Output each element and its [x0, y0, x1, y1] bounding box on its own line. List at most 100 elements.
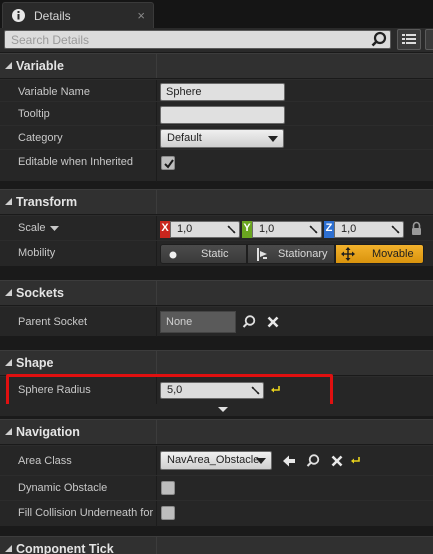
row-parent-socket: Parent Socket None	[0, 306, 433, 337]
tab-bar: Details ×	[0, 0, 433, 28]
resize-arrow-icon	[309, 225, 318, 234]
column-divider	[156, 501, 157, 527]
scale-x-value: 1,0	[177, 223, 193, 235]
column-divider	[156, 150, 157, 182]
dot-icon	[169, 251, 177, 259]
property-label: Editable when Inherited	[18, 156, 133, 168]
dynamic-obstacle-checkbox[interactable]	[161, 481, 175, 495]
collapse-arrow-icon	[5, 359, 12, 366]
column-divider	[156, 126, 157, 151]
collapse-arrow-icon	[5, 545, 12, 552]
scale-z-field[interactable]: 1,0	[334, 221, 404, 238]
mobility-movable-button[interactable]: Movable	[335, 244, 424, 264]
search-icon[interactable]	[370, 31, 388, 49]
category-title: Navigation	[16, 425, 80, 439]
category-title: Sockets	[16, 286, 64, 300]
search-input[interactable]	[4, 30, 391, 49]
x-axis-tag: X	[160, 221, 170, 238]
column-divider	[156, 351, 157, 375]
category-dropdown[interactable]: Default	[160, 129, 284, 148]
lock-icon[interactable]	[411, 221, 422, 236]
chevron-down-icon	[256, 458, 266, 464]
reset-to-default-icon[interactable]	[351, 456, 361, 466]
row-fill-collision: Fill Collision Underneath for	[0, 500, 433, 527]
list-icon	[402, 34, 416, 44]
editable-when-inherited-checkbox[interactable]	[161, 156, 175, 170]
scale-label[interactable]: Scale	[18, 222, 46, 234]
scale-x-field[interactable]: 1,0	[170, 221, 240, 238]
mobility-static-button[interactable]: Static	[160, 244, 247, 264]
category-sockets[interactable]: Sockets	[0, 280, 433, 305]
category-shape[interactable]: Shape	[0, 350, 433, 375]
property-label: Area Class	[18, 455, 72, 467]
y-axis-tag: Y	[242, 221, 252, 238]
expand-arrow-icon	[218, 407, 228, 412]
column-divider	[156, 307, 157, 337]
column-divider	[156, 537, 157, 554]
browse-search-icon[interactable]	[241, 314, 257, 330]
category-title: Transform	[16, 195, 78, 209]
row-mobility: Mobility Static Stationary Movable	[0, 240, 433, 267]
variable-name-field[interactable]: Sphere	[160, 83, 285, 101]
category-component-tick[interactable]: Component Tick	[0, 536, 433, 554]
property-label: Parent Socket	[18, 316, 88, 328]
row-scale: Scale X 1,0 Y 1,0 Z 1,0	[0, 215, 433, 241]
property-label: Category	[18, 132, 63, 144]
collapse-arrow-icon	[5, 62, 12, 69]
category-title: Component Tick	[16, 542, 114, 554]
fill-collision-checkbox[interactable]	[161, 506, 175, 520]
parent-socket-field[interactable]: None	[160, 311, 236, 333]
column-divider	[156, 476, 157, 501]
column-divider	[156, 241, 157, 267]
area-class-value: NavArea_Obstacle	[167, 454, 260, 466]
column-divider	[156, 102, 157, 127]
column-divider	[156, 446, 157, 476]
property-label: Fill Collision Underneath for	[18, 507, 154, 519]
chevron-down-icon[interactable]	[50, 226, 59, 232]
tab-title: Details	[34, 9, 71, 23]
row-category: Category Default	[0, 125, 433, 151]
scale-y-value: 1,0	[259, 223, 275, 235]
column-divider	[156, 216, 157, 241]
category-variable[interactable]: Variable	[0, 53, 433, 78]
category-navigation[interactable]: Navigation	[0, 419, 433, 444]
row-editable-when-inherited: Editable when Inherited	[0, 149, 433, 182]
column-divider	[156, 54, 157, 78]
row-dynamic-obstacle: Dynamic Obstacle	[0, 475, 433, 501]
column-divider	[156, 190, 157, 214]
tooltip-field[interactable]	[160, 106, 285, 124]
view-options-button[interactable]	[397, 29, 421, 50]
mobility-option-label: Stationary	[278, 248, 328, 260]
category-title: Shape	[16, 356, 54, 370]
scale-y-field[interactable]: 1,0	[252, 221, 322, 238]
collapse-arrow-icon	[5, 428, 12, 435]
column-divider	[156, 281, 157, 305]
filter-button[interactable]	[425, 29, 433, 50]
category-dropdown-value: Default	[167, 132, 202, 144]
close-icon[interactable]: ×	[137, 8, 145, 23]
mobility-option-label: Movable	[372, 248, 414, 260]
search-row	[0, 28, 433, 52]
property-label: Variable Name	[18, 86, 90, 98]
area-class-dropdown[interactable]: NavArea_Obstacle	[160, 451, 272, 470]
property-label: Mobility	[18, 247, 56, 259]
category-transform[interactable]: Transform	[0, 189, 433, 214]
highlight-box	[6, 374, 333, 408]
browse-search-icon[interactable]	[305, 453, 321, 469]
stationary-icon	[257, 248, 267, 261]
chevron-down-icon	[268, 136, 278, 142]
use-selected-arrow-icon[interactable]	[281, 453, 297, 469]
clear-icon[interactable]	[329, 453, 345, 469]
advanced-expander[interactable]	[0, 404, 433, 416]
column-divider	[156, 420, 157, 444]
clear-icon[interactable]	[265, 314, 281, 330]
move-arrows-icon	[341, 247, 355, 261]
z-axis-tag: Z	[324, 221, 334, 238]
mobility-stationary-button[interactable]: Stationary	[247, 244, 335, 264]
category-title: Variable	[16, 59, 64, 73]
tab-details[interactable]: Details ×	[2, 2, 154, 28]
resize-arrow-icon	[391, 225, 400, 234]
collapse-arrow-icon	[5, 198, 12, 205]
row-area-class: Area Class NavArea_Obstacle	[0, 445, 433, 476]
info-icon	[12, 9, 25, 22]
